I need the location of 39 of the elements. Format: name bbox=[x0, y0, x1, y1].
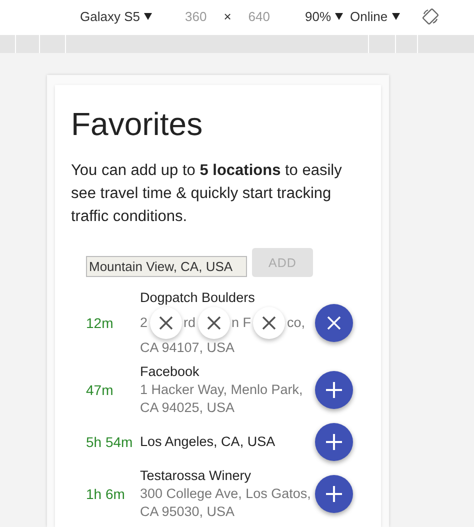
caret-icon bbox=[392, 13, 400, 20]
close-button[interactable] bbox=[150, 307, 182, 340]
caret-icon bbox=[144, 13, 152, 20]
close-button[interactable] bbox=[253, 307, 286, 340]
network-dropdown[interactable]: Online bbox=[350, 6, 400, 26]
place-address: 300 College Ave, Los Gatos, CA 95030, USA bbox=[140, 485, 312, 522]
close-icon bbox=[327, 316, 341, 330]
place-name: Dogpatch Boulders bbox=[140, 289, 256, 308]
address-fragment: co, bbox=[287, 314, 306, 332]
times-label: × bbox=[224, 8, 232, 26]
place-address: 1 Hacker Way, Menlo Park, CA 94025, USA bbox=[140, 381, 304, 418]
plus-icon bbox=[326, 486, 342, 502]
place-name: Testarossa Winery bbox=[140, 467, 252, 486]
place-address: CA 94107, USA bbox=[140, 339, 236, 358]
plus-icon bbox=[326, 382, 342, 398]
add-button[interactable] bbox=[315, 371, 353, 410]
add-button[interactable] bbox=[315, 475, 353, 514]
close-button[interactable] bbox=[315, 304, 353, 342]
place-name: Los Angeles, CA, USA bbox=[140, 433, 276, 452]
place-name: Facebook bbox=[140, 363, 200, 382]
travel-time: 12m bbox=[86, 314, 114, 333]
address-fragment: n F bbox=[232, 314, 252, 332]
travel-time: 1h 6m bbox=[86, 484, 126, 504]
add-button[interactable] bbox=[315, 423, 353, 462]
address-fragment: rd bbox=[184, 314, 196, 332]
travel-time: 5h 54m bbox=[86, 432, 134, 452]
travel-time: 47m bbox=[86, 380, 114, 400]
intro-text: You can add up to 5 locations to easily see travel time & quickly start tracking traffic conditions. bbox=[71, 161, 343, 228]
close-button[interactable] bbox=[198, 307, 230, 340]
close-icon bbox=[206, 316, 221, 330]
device-dropdown[interactable]: Galaxy S5 bbox=[80, 6, 152, 26]
rotate-icon[interactable] bbox=[422, 8, 439, 25]
close-icon bbox=[262, 316, 276, 330]
plus-icon bbox=[326, 434, 342, 450]
close-icon bbox=[158, 316, 173, 330]
caret-icon bbox=[335, 13, 344, 20]
address-fragment: 2 bbox=[140, 314, 148, 332]
zoom-dropdown[interactable]: 90% bbox=[304, 6, 344, 26]
page-title: Favorites bbox=[71, 105, 204, 144]
